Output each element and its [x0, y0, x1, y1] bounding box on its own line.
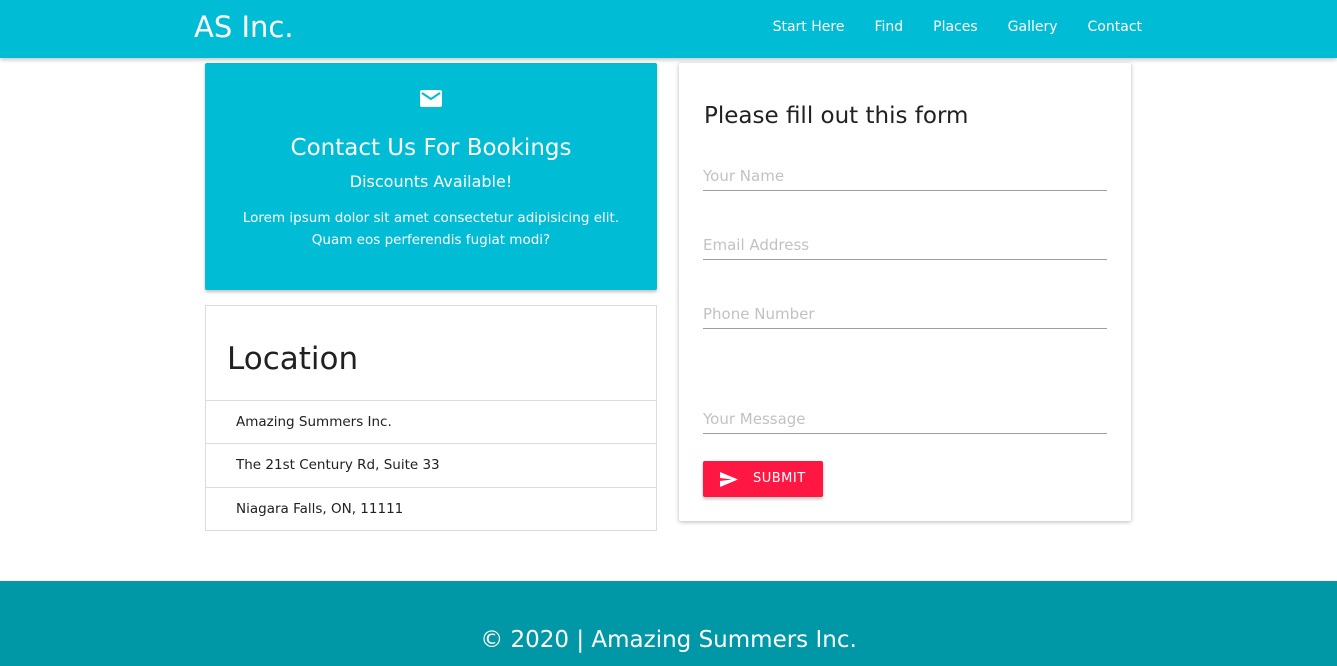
location-item-label: Niagara Falls, ON, 11111: [236, 501, 404, 517]
footer: © 2020 | Amazing Summers Inc.: [0, 581, 1337, 666]
footer-copyright: © 2020 | Amazing Summers Inc.: [480, 627, 857, 653]
email-input[interactable]: [703, 230, 1107, 260]
location-item: Niagara Falls, ON, 11111: [206, 487, 656, 531]
mail-icon: [420, 90, 442, 107]
location-item-label: The 21st Century Rd, Suite 33: [236, 457, 440, 473]
nav-link-start-here[interactable]: Start Here: [773, 17, 845, 37]
location-title: Location: [227, 341, 359, 377]
contact-form: Please fill out this form SUBMIT: [679, 63, 1131, 521]
nav-links: Start Here Find Places Gallery Contact: [743, 17, 1142, 37]
phone-input[interactable]: [703, 299, 1107, 329]
message-input[interactable]: [703, 404, 1107, 434]
location-panel: Location Amazing Summers Inc. The 21st C…: [205, 305, 657, 531]
contact-title: Contact Us For Bookings: [290, 135, 572, 161]
name-input[interactable]: [703, 161, 1107, 191]
form-title: Please fill out this form: [704, 103, 969, 129]
submit-button[interactable]: SUBMIT: [703, 461, 823, 497]
nav-link-places[interactable]: Places: [933, 17, 978, 37]
contact-body: Lorem ipsum dolor sit amet consectetur a…: [242, 210, 620, 248]
brand-logo[interactable]: AS Inc.: [194, 10, 294, 44]
navbar: AS Inc. Start Here Find Places Gallery C…: [0, 0, 1337, 58]
location-item: The 21st Century Rd, Suite 33: [206, 443, 656, 487]
contact-subtitle: Discounts Available!: [349, 172, 513, 191]
send-icon: [720, 472, 738, 487]
nav-link-find[interactable]: Find: [874, 17, 903, 37]
nav-link-contact[interactable]: Contact: [1088, 17, 1142, 37]
location-item: Amazing Summers Inc.: [206, 400, 656, 444]
location-item-label: Amazing Summers Inc.: [236, 414, 392, 430]
nav-link-gallery[interactable]: Gallery: [1008, 17, 1058, 37]
submit-label: SUBMIT: [753, 471, 806, 486]
contact-card: Contact Us For Bookings Discounts Availa…: [205, 63, 657, 290]
